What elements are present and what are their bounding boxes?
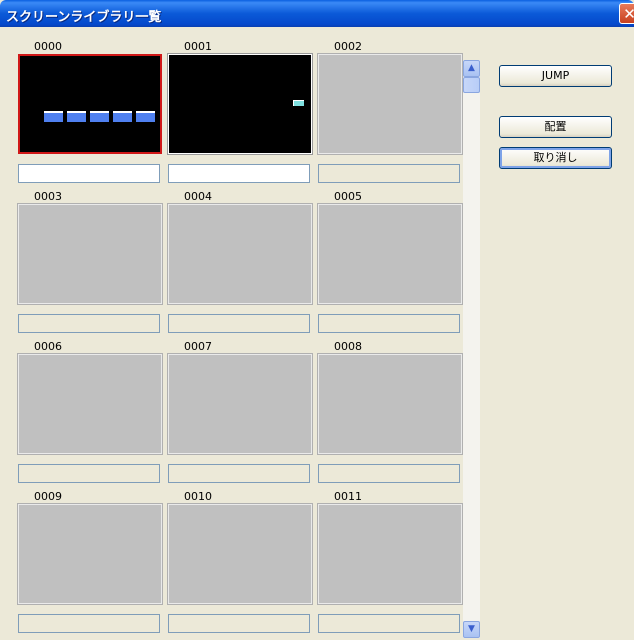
screen-number-label: 0006: [34, 340, 62, 353]
screen-number-label: 0002: [334, 40, 362, 53]
preview-block: [113, 111, 132, 122]
screen-number-label: 0011: [334, 490, 362, 503]
screen-name-field[interactable]: [168, 464, 310, 483]
chevron-down-icon: ▼: [468, 624, 475, 634]
screen-name-field[interactable]: [18, 614, 160, 633]
chevron-up-icon: ▲: [468, 63, 475, 73]
screen-name-field[interactable]: [18, 314, 160, 333]
preview-block: [67, 111, 86, 122]
title-bar: スクリーンライブラリ一覧 ✕: [0, 0, 634, 27]
screen-thumbnail[interactable]: [317, 503, 463, 605]
screen-number-label: 0003: [34, 190, 62, 203]
screen-name-field[interactable]: [318, 464, 460, 483]
screen-number-label: 0007: [184, 340, 212, 353]
screen-name-field[interactable]: [18, 464, 160, 483]
screen-name-field[interactable]: [318, 314, 460, 333]
screen-cell[interactable]: 0007: [167, 339, 313, 487]
preview-block: [136, 111, 155, 122]
preview-part: [293, 100, 304, 106]
screen-name-field[interactable]: [168, 314, 310, 333]
screen-cell[interactable]: 0006: [17, 339, 163, 487]
client-area: 0000 0001 0002 0003 0004 0005 0006 0007 0008 0009…: [0, 27, 634, 640]
screen-cell[interactable]: 0003: [17, 189, 163, 337]
screen-thumbnail[interactable]: [17, 503, 163, 605]
screen-thumbnail[interactable]: [17, 353, 163, 455]
scroll-down-button[interactable]: ▼: [463, 621, 480, 638]
screen-thumbnail[interactable]: [167, 53, 313, 155]
scroll-thumb[interactable]: [463, 77, 480, 93]
screen-number-label: 0005: [334, 190, 362, 203]
preview-block: [90, 111, 109, 122]
screen-thumbnail[interactable]: [167, 203, 313, 305]
screen-name-field[interactable]: [168, 614, 310, 633]
window-title: スクリーンライブラリ一覧: [6, 10, 162, 25]
screen-number-label: 0004: [184, 190, 212, 203]
scroll-up-button[interactable]: ▲: [463, 60, 480, 77]
screen-thumbnail[interactable]: [317, 203, 463, 305]
screen-number-label: 0010: [184, 490, 212, 503]
screen-number-label: 0008: [334, 340, 362, 353]
screen-grid: 0000 0001 0002 0003 0004 0005 0006 0007 0008 0009…: [0, 27, 463, 640]
vertical-scrollbar[interactable]: ▲ ▼: [463, 60, 480, 638]
screen-thumbnail[interactable]: [317, 353, 463, 455]
screen-cell[interactable]: 0005: [317, 189, 463, 337]
close-icon: ✕: [623, 5, 634, 23]
screen-thumbnail[interactable]: [167, 353, 313, 455]
screen-name-field[interactable]: [318, 164, 460, 183]
screen-cell[interactable]: 0009: [17, 489, 163, 637]
cancel-button[interactable]: 取り消し: [499, 147, 612, 169]
screen-cell[interactable]: 0001: [167, 39, 313, 187]
screen-cell[interactable]: 0008: [317, 339, 463, 487]
screen-thumbnail[interactable]: [317, 53, 463, 155]
jump-button[interactable]: JUMP: [499, 65, 612, 87]
screen-number-label: 0001: [184, 40, 212, 53]
screen-cell[interactable]: 0002: [317, 39, 463, 187]
screen-library-window: スクリーンライブラリ一覧 ✕ 0000 0001 0002 0003 0004 0005 0…: [0, 0, 634, 640]
screen-cell[interactable]: 0004: [167, 189, 313, 337]
screen-number-label: 0000: [34, 40, 62, 53]
screen-cell[interactable]: 0010: [167, 489, 313, 637]
screen-name-field[interactable]: [318, 614, 460, 633]
screen-thumbnail[interactable]: [18, 54, 162, 154]
close-button[interactable]: ✕: [619, 3, 634, 24]
place-button[interactable]: 配置: [499, 116, 612, 138]
screen-cell[interactable]: 0011: [317, 489, 463, 637]
screen-thumbnail[interactable]: [167, 503, 313, 605]
screen-name-field[interactable]: [18, 164, 160, 183]
screen-cell[interactable]: 0000: [18, 39, 162, 187]
screen-thumbnail[interactable]: [17, 203, 163, 305]
screen-name-field[interactable]: [168, 164, 310, 183]
preview-block: [44, 111, 63, 122]
screen-number-label: 0009: [34, 490, 62, 503]
